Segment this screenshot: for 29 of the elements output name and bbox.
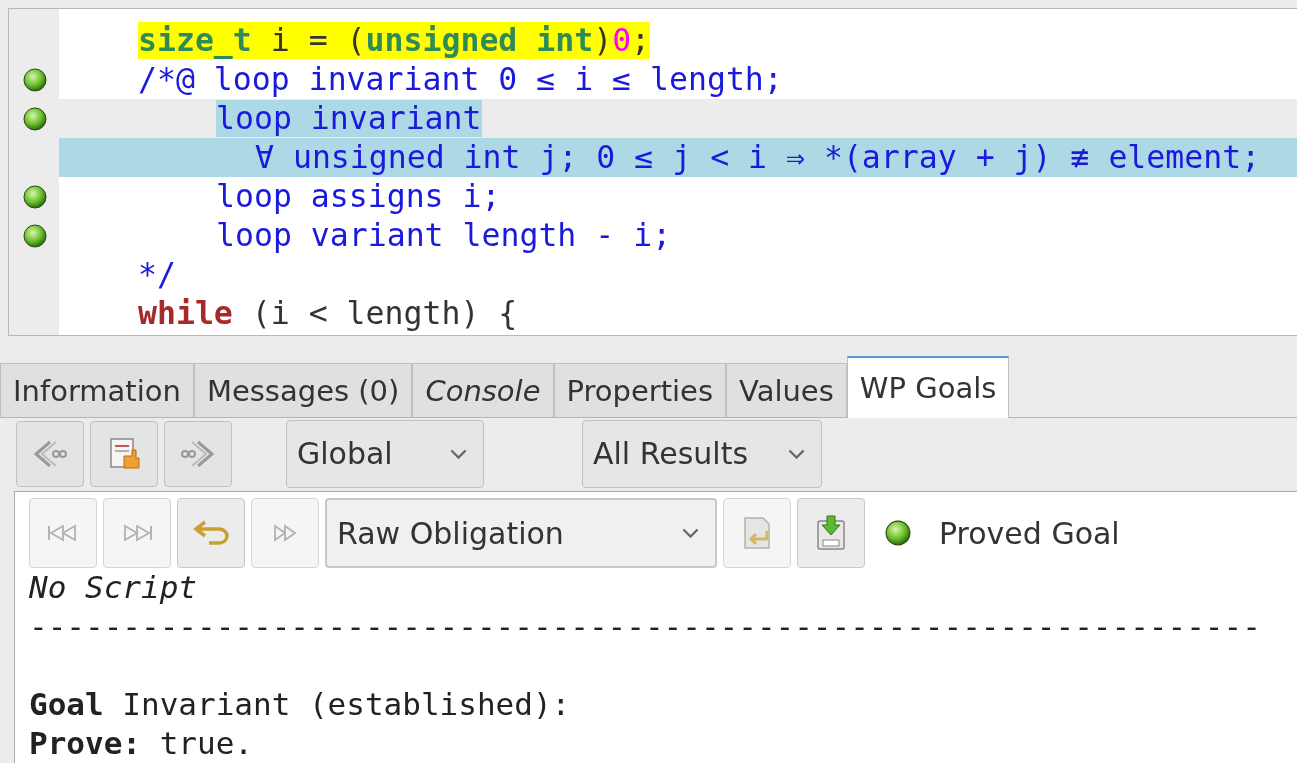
script-button[interactable]: [177, 498, 245, 568]
toolbar-button[interactable]: [16, 420, 84, 487]
chevron-down-icon: [682, 528, 699, 538]
panel-tab[interactable]: Information: [0, 363, 194, 418]
toolbar-button[interactable]: [90, 420, 158, 487]
goal-status-label: Proved Goal: [939, 515, 1120, 551]
panel-tab[interactable]: Values: [726, 363, 847, 418]
undo-arrow-icon: [191, 518, 231, 548]
code-line: while (i < length) {: [138, 295, 518, 332]
chevron-down-icon: [788, 448, 805, 459]
goal-text-line: Prove: true.: [29, 724, 254, 763]
panel-tab[interactable]: WP Goals: [846, 356, 1010, 419]
toolbar-button[interactable]: [164, 420, 232, 487]
panel-tab[interactable]: Properties: [553, 363, 727, 418]
code-line: loop variant length - i;: [216, 217, 672, 254]
code-line: loop assigns i;: [216, 178, 501, 215]
code-line: /*@ loop invariant 0 ≤ i ≤ length;: [138, 61, 783, 98]
chevron-down-icon: [450, 448, 467, 459]
goal-text-line: Goal Invariant (established):: [29, 685, 572, 724]
script-button[interactable]: [797, 498, 865, 568]
code-line: */: [138, 256, 176, 293]
script-status-text: No Script: [29, 568, 198, 607]
scope-dropdown[interactable]: All Results: [582, 419, 822, 488]
separator-text: ------------------------------------------------------------------: [29, 607, 1262, 646]
panel-tab[interactable]: Messages (0): [193, 363, 413, 418]
code-line: ∀ unsigned int j; 0 ≤ j < i ⇒ *(array + j) ≢ element;: [255, 139, 1261, 176]
view-mode-dropdown[interactable]: Raw Obligation: [325, 498, 717, 568]
scope-dropdown[interactable]: Global: [286, 419, 484, 488]
panel-tab[interactable]: Console: [412, 363, 554, 418]
